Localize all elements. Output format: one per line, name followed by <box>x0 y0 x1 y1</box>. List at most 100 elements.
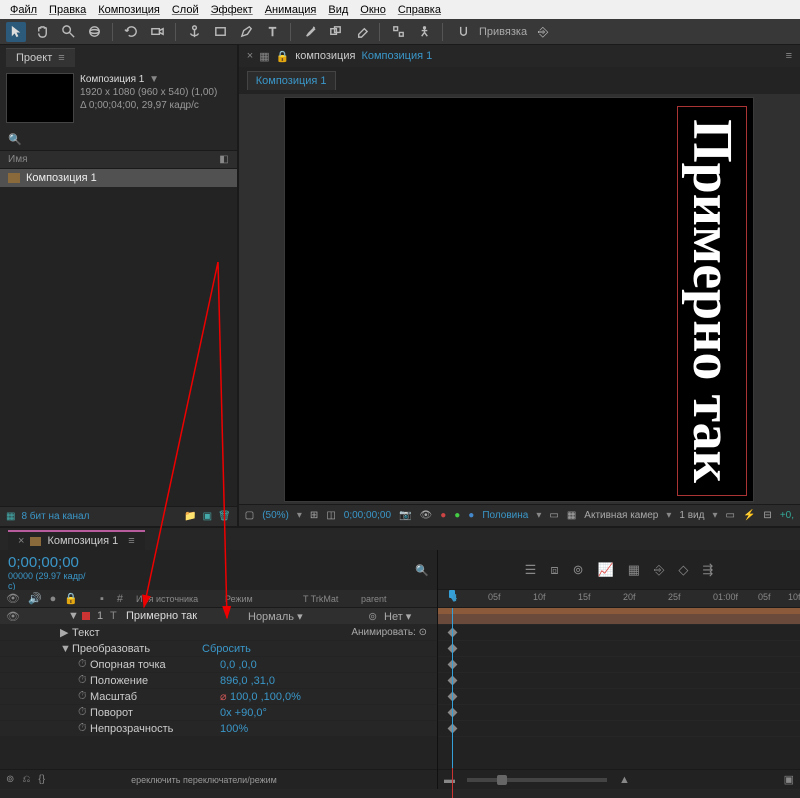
hand-tool-icon[interactable] <box>32 22 52 42</box>
text-group-row[interactable]: ▶ Текст Анимировать: ⊙ <box>0 625 437 641</box>
menu-animation[interactable]: Анимация <box>261 4 321 16</box>
fast-preview-icon[interactable]: ⚡ <box>743 510 755 521</box>
twirl-icon[interactable]: ▼ <box>68 610 78 622</box>
menu-layer[interactable]: Слой <box>168 4 203 16</box>
zoom-out-icon[interactable]: ▬ <box>444 774 455 786</box>
snap-icon[interactable] <box>453 22 473 42</box>
prop-value[interactable]: 0,0 ,0,0 <box>220 659 257 671</box>
brainstorm-icon[interactable]: ⎆ <box>654 562 664 578</box>
stopwatch-icon[interactable]: ⏱ <box>78 658 90 671</box>
composition-canvas[interactable]: Примерно так <box>284 97 754 502</box>
parent-dropdown[interactable]: Нет ▾ <box>384 610 411 623</box>
twirl-icon[interactable]: ▼ <box>60 643 72 655</box>
twirl-icon[interactable]: ▶ <box>60 626 72 639</box>
graph-editor-icon[interactable]: 📈 <box>598 562 614 578</box>
menu-composition[interactable]: Композиция <box>94 4 164 16</box>
type-tool-icon[interactable] <box>262 22 282 42</box>
solo-switch-icon[interactable]: ● <box>50 593 57 605</box>
composition-subtab[interactable]: Композиция 1 <box>247 71 336 90</box>
composition-thumbnail[interactable] <box>6 73 74 123</box>
project-item-list[interactable]: Композиция 1 <box>0 169 237 506</box>
audio-switch-icon[interactable]: 🔊 <box>28 592 42 605</box>
close-tab-icon[interactable]: × <box>18 535 24 547</box>
timeline-icon[interactable]: ⊟ <box>763 510 771 521</box>
search-icon[interactable]: 🔍 <box>8 133 22 146</box>
video-switch-icon[interactable]: 👁 <box>6 592 20 605</box>
stopwatch-icon[interactable]: ⏱ <box>78 722 90 735</box>
panel-menu-icon[interactable]: ≡ <box>786 50 792 62</box>
mask-toggle-icon[interactable]: ◫ <box>326 510 335 521</box>
frame-blend-switch-icon[interactable]: ⧈ <box>550 562 558 578</box>
transparency-grid-icon[interactable]: ▦ <box>567 510 576 521</box>
delete-icon[interactable]: 🗑 <box>218 511 231 522</box>
layer-label-swatch[interactable] <box>82 612 90 620</box>
opacity-row[interactable]: ⏱ Непрозрачность 100% <box>0 721 437 737</box>
text-layer-bounds[interactable]: Примерно так <box>677 106 747 496</box>
rotate-tool-icon[interactable] <box>121 22 141 42</box>
always-preview-icon[interactable]: ▢ <box>245 510 254 521</box>
comp-button-icon[interactable]: ▣ <box>784 773 794 786</box>
rotation-row[interactable]: ⏱ Поворот 0x +90,0° <box>0 705 437 721</box>
new-folder-icon[interactable]: 📁 <box>184 511 196 522</box>
motion-blur-switch-icon[interactable]: ⊚ <box>573 562 584 578</box>
rect-tool-icon[interactable] <box>210 22 230 42</box>
stopwatch-icon[interactable]: ⏱ <box>78 690 90 703</box>
new-comp-icon[interactable]: ▣ <box>203 511 212 522</box>
layer-row[interactable]: 👁 ▼ 1 T Примерно так Нормаль ▾ ⊚ Нет ▾ <box>0 608 437 625</box>
view-layout-dropdown[interactable]: 1 вид <box>679 510 704 521</box>
position-row[interactable]: ⏱ Положение 896,0 ,31,0 <box>0 673 437 689</box>
menu-file[interactable]: Файл <box>6 4 41 16</box>
timeline-current-time[interactable]: 0;00;00;00 <box>8 554 92 571</box>
brush-tool-icon[interactable] <box>299 22 319 42</box>
project-item[interactable]: Композиция 1 <box>0 169 237 187</box>
layer-name[interactable]: Примерно так <box>126 610 244 622</box>
orbit-tool-icon[interactable] <box>84 22 104 42</box>
snap-options-icon[interactable]: ⎆ <box>533 22 553 42</box>
pixel-aspect-icon[interactable]: ▭ <box>726 510 735 521</box>
column-name-header[interactable]: Имя <box>8 154 27 165</box>
parent-pickwhip-icon[interactable]: ⊚ <box>368 610 380 623</box>
constrain-link-icon[interactable]: ⌀ <box>220 690 230 703</box>
auto-keyframe-icon[interactable]: ◇ <box>678 562 688 578</box>
close-tab-icon[interactable]: × <box>247 50 253 62</box>
menu-help[interactable]: Справка <box>394 4 445 16</box>
stopwatch-icon[interactable]: ⏱ <box>78 674 90 687</box>
menu-edit[interactable]: Правка <box>45 4 90 16</box>
timeline-zoom-slider[interactable] <box>467 778 607 782</box>
clone-tool-icon[interactable] <box>325 22 345 42</box>
motion-blur-icon[interactable]: {} <box>38 774 45 785</box>
camera-tool-icon[interactable] <box>147 22 167 42</box>
video-toggle-icon[interactable]: 👁 <box>6 610 20 623</box>
panel-menu-icon[interactable]: ≡ <box>128 535 134 547</box>
zoom-level[interactable]: (50%) <box>262 510 289 521</box>
label-column-icon[interactable]: ▪ <box>100 593 104 605</box>
anchor-point-row[interactable]: ⏱ Опорная точка 0,0 ,0,0 <box>0 657 437 673</box>
prop-value[interactable]: 100,0 ,100,0% <box>230 691 301 703</box>
menu-effect[interactable]: Эффект <box>207 4 257 16</box>
camera-dropdown[interactable]: Активная камер <box>584 510 658 521</box>
frame-blend-icon[interactable]: ⎌ <box>22 774 30 785</box>
stopwatch-icon[interactable]: ⏱ <box>78 706 90 719</box>
show-snapshot-icon[interactable]: 👁 <box>419 510 432 521</box>
prop-value[interactable]: 100% <box>220 723 248 735</box>
chevron-down-icon[interactable]: ▼ <box>149 74 159 85</box>
zoom-tool-icon[interactable] <box>58 22 78 42</box>
menu-window[interactable]: Окно <box>356 4 390 16</box>
current-time[interactable]: 0;00;00;00 <box>344 510 391 521</box>
timeline-search-icon[interactable]: 🔍 <box>415 564 429 577</box>
roi-icon[interactable]: ▭ <box>549 510 558 521</box>
toggle-switches-icon[interactable]: ⊚ <box>6 774 14 785</box>
panel-menu-icon[interactable]: ≡ <box>58 52 64 64</box>
shy-icon[interactable]: ☰ <box>525 562 537 578</box>
time-ruler[interactable]: ▮ 05f 10f 15f 20f 25f 01:00f 05f 10f <box>438 590 800 608</box>
blend-mode-dropdown[interactable]: Нормаль ▾ <box>248 610 314 623</box>
animate-menu[interactable]: Анимировать: ⊙ <box>351 627 427 638</box>
pen-tool-icon[interactable] <box>236 22 256 42</box>
timeline-tracks[interactable] <box>438 608 800 769</box>
transform-group-row[interactable]: ▼ Преобразовать Сбросить <box>0 641 437 657</box>
layer-track-bar[interactable] <box>438 608 800 625</box>
timeline-tab[interactable]: × Композиция 1 ≡ <box>8 530 145 550</box>
transform-reset-link[interactable]: Сбросить <box>202 643 251 655</box>
snapshot-icon[interactable]: 📷 <box>399 510 411 521</box>
project-tab[interactable]: Проект≡ <box>6 48 75 67</box>
